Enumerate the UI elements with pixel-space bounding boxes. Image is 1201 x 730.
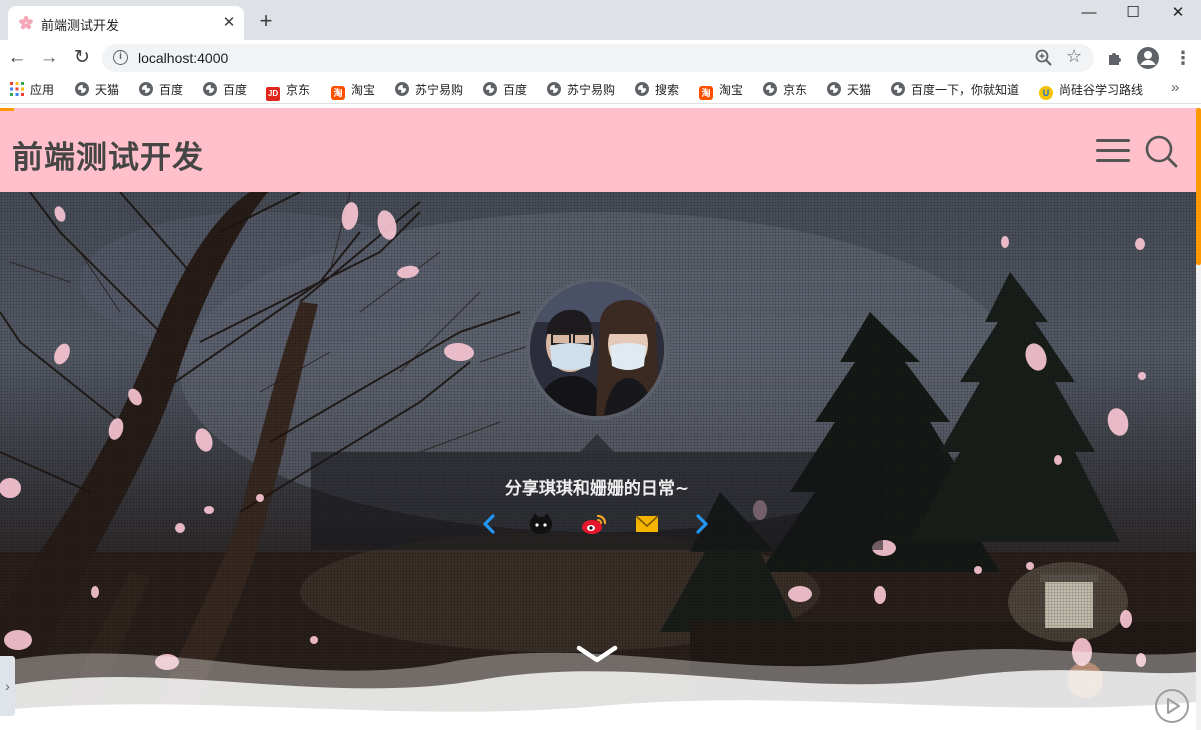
play-icon [1167,698,1180,714]
header-accent [0,108,14,111]
motto-text: 分享琪琪和姗姗的日常~ [504,479,690,499]
bookmark-apps[interactable]: 应用 [10,81,54,99]
globe-icon [139,82,153,96]
globe-icon [395,82,409,96]
globe-icon [891,82,905,96]
bookmark-label: 百度一下，你就知道 [911,83,1020,97]
bookmark-label: 搜索 [655,83,680,97]
apps-grid-icon [10,82,24,96]
bookmark-item[interactable]: U 尚硅谷学习路线 [1039,81,1144,100]
site-title[interactable]: 前端测试开发 [12,132,204,177]
bookmark-label: 应用 [30,83,55,97]
new-tab-button[interactable]: + [255,10,277,33]
bookmark-item[interactable]: 百度一下，你就知道 [891,81,1019,99]
back-button[interactable]: ← [6,47,28,69]
bookmarks-bar: 应用 天猫 百度 百度 JD 京东 淘淘宝 苏宁易购 百度 苏宁易购 搜索 淘淘宝… [0,76,1201,104]
chevron-right-icon[interactable] [688,512,714,536]
avatar[interactable] [526,278,668,420]
window-maximize-button[interactable]: ☐ [1110,0,1156,28]
bookmark-label: 淘宝 [351,83,376,97]
sakura-favicon-icon [19,15,33,30]
scroll-down-icon[interactable] [575,644,619,666]
globe-icon [635,82,649,96]
scrollbar-thumb[interactable] [1196,108,1201,265]
motto-pointer [580,434,614,452]
window-minimize-button[interactable]: — [1066,0,1112,28]
globe-icon [75,82,89,96]
bookmark-item[interactable]: 淘淘宝 [331,81,376,100]
bookmark-star-icon[interactable]: ☆ [1066,46,1082,67]
bookmark-item[interactable]: 京东 [763,81,807,99]
bookmark-label: 百度 [159,83,184,97]
bookmark-item[interactable]: 搜索 [635,81,679,99]
globe-icon [483,82,497,96]
globe-icon [203,82,217,96]
globe-icon [763,82,777,96]
taobao-icon: 淘 [699,86,713,100]
bookmark-label: 苏宁易购 [415,83,464,97]
forward-button[interactable]: → [38,47,60,69]
hero-banner: 分享琪琪和姗姗的日常~ › [0,192,1196,730]
bookmark-label: 京东 [286,83,311,97]
tab-close-icon[interactable]: ✕ [220,14,238,32]
bookmark-item[interactable]: 百度 [203,81,247,99]
globe-icon [827,82,841,96]
bookmark-label: 百度 [503,83,528,97]
search-icon[interactable] [1143,133,1179,169]
atguigu-icon: U [1039,86,1053,100]
browser-tabbar: 前端测试开发 ✕ + — ☐ ✕ [0,0,1201,40]
sidebar-toggle-icon[interactable]: › [0,656,15,716]
bookmark-label: 百度 [223,83,248,97]
github-icon[interactable] [528,512,554,536]
email-icon[interactable] [634,512,660,536]
menu-hamburger-icon[interactable] [1096,135,1130,165]
music-play-button[interactable] [1155,689,1189,723]
bookmark-item[interactable]: 百度 [483,81,527,99]
couple-photo [530,282,664,416]
bookmark-item[interactable]: 苏宁易购 [547,81,615,99]
browser-tab[interactable]: 前端测试开发 ✕ [8,6,244,40]
profile-avatar-icon[interactable] [1137,47,1159,69]
window-close-button[interactable]: ✕ [1155,0,1201,28]
url-text[interactable]: localhost:4000 [138,50,228,66]
bookmark-item[interactable]: 苏宁易购 [395,81,463,99]
bookmark-label: 天猫 [95,83,120,97]
address-bar[interactable]: i localhost:4000 ☆ [102,44,1094,72]
globe-icon [547,82,561,96]
weibo-icon[interactable] [581,512,607,536]
bookmark-item[interactable]: 淘淘宝 [699,81,744,100]
extensions-puzzle-icon[interactable] [1106,49,1124,67]
bookmark-item[interactable]: 天猫 [75,81,119,99]
zoom-icon[interactable] [1034,48,1054,68]
bookmark-label: 苏宁易购 [567,83,616,97]
chevron-left-icon[interactable] [477,512,503,536]
tab-title: 前端测试开发 [41,18,120,33]
bookmark-label: 尚硅谷学习路线 [1059,83,1144,97]
bookmark-item[interactable]: JD 京东 [266,81,311,101]
site-info-icon[interactable]: i [113,50,128,65]
taobao-icon: 淘 [331,86,345,100]
browser-menu-icon[interactable]: ⋮ [1174,45,1192,71]
bookmark-item[interactable]: 百度 [139,81,183,99]
jd-icon: JD [266,87,280,101]
reload-button[interactable]: ↻ [71,47,93,69]
bookmark-label: 淘宝 [719,83,744,97]
bookmarks-overflow-icon[interactable]: » [1171,79,1179,96]
bookmark-label: 京东 [783,83,808,97]
bookmark-item[interactable]: 天猫 [827,81,871,99]
browser-toolbar: ← → ↻ i localhost:4000 ☆ ⋮ [0,40,1201,76]
bookmark-label: 天猫 [847,83,872,97]
